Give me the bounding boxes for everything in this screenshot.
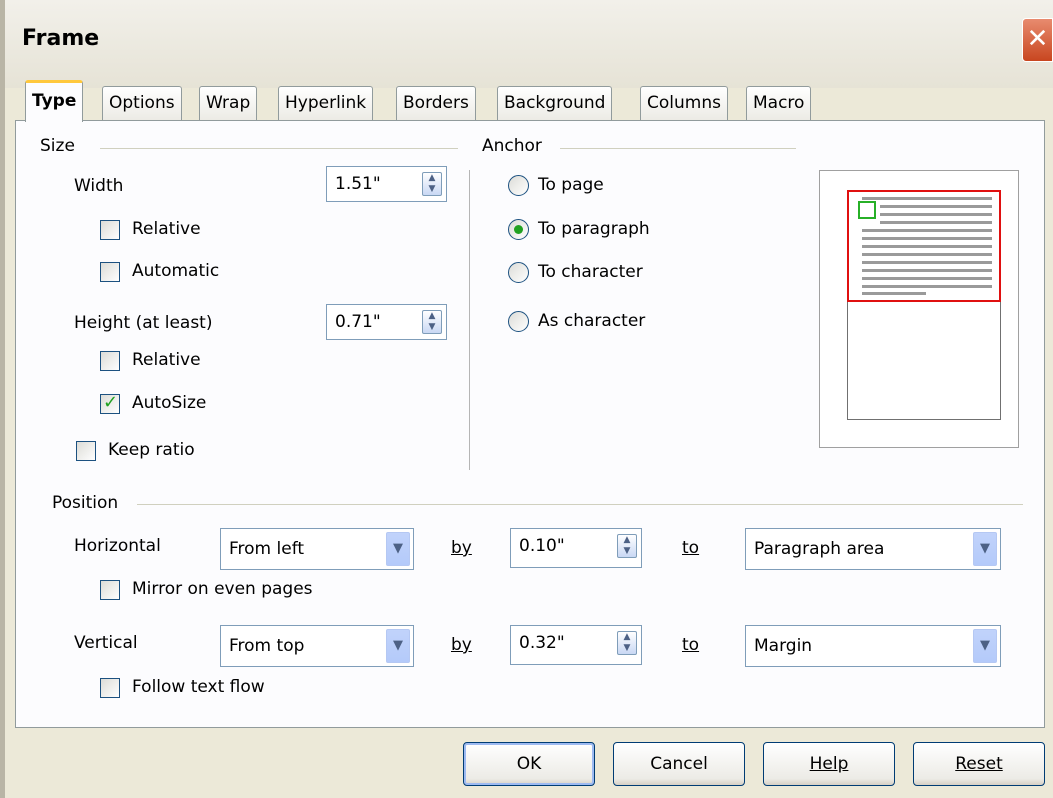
horizontal-to-select[interactable]: Paragraph area ▼ bbox=[745, 528, 1001, 570]
anchor-as-character-label: As character bbox=[538, 311, 646, 331]
width-relative-checkbox[interactable] bbox=[100, 220, 120, 240]
anchor-to-character-radio[interactable] bbox=[508, 262, 529, 283]
vertical-spin-arrows-icon[interactable]: ▲ ▼ bbox=[617, 631, 637, 655]
autosize-label: AutoSize bbox=[132, 393, 207, 413]
radio-selected-dot-icon bbox=[514, 225, 523, 234]
width-spin-arrows-icon[interactable]: ▲ ▼ bbox=[422, 172, 442, 196]
height-value: 0.71" bbox=[335, 312, 381, 332]
position-heading: Position bbox=[52, 493, 119, 513]
mirror-even-pages-checkbox[interactable] bbox=[100, 580, 120, 600]
height-relative-checkbox[interactable] bbox=[100, 351, 120, 371]
anchor-as-character-radio[interactable] bbox=[508, 311, 529, 332]
vertical-by-label: by bbox=[451, 635, 472, 655]
height-relative-label: Relative bbox=[132, 350, 201, 370]
horizontal-spin-arrows-icon[interactable]: ▲ ▼ bbox=[617, 534, 637, 558]
width-automatic-checkbox[interactable] bbox=[100, 262, 120, 282]
chevron-down-icon[interactable]: ▼ bbox=[973, 629, 997, 663]
anchor-heading: Anchor bbox=[482, 136, 542, 156]
horizontal-by-spinner[interactable]: 0.10" ▲ ▼ bbox=[510, 528, 642, 568]
horizontal-select-value: From left bbox=[229, 539, 305, 559]
type-page-content: Size Width 1.51" ▲ ▼ Relative Automatic H… bbox=[0, 0, 1053, 798]
width-relative-label: Relative bbox=[132, 219, 201, 239]
follow-text-flow-label: Follow text flow bbox=[132, 677, 265, 697]
anchor-to-paragraph-label: To paragraph bbox=[538, 219, 650, 239]
vertical-to-select[interactable]: Margin ▼ bbox=[745, 625, 1001, 667]
chevron-down-icon[interactable]: ▼ bbox=[386, 532, 410, 566]
horizontal-by-label: by bbox=[451, 538, 472, 558]
anchor-to-page-label: To page bbox=[538, 175, 604, 195]
vertical-select-value: From top bbox=[229, 636, 305, 656]
height-label: Height (at least) bbox=[74, 313, 213, 333]
height-spinner[interactable]: 0.71" ▲ ▼ bbox=[326, 304, 447, 340]
size-anchor-divider bbox=[469, 170, 470, 470]
chevron-down-icon[interactable]: ▼ bbox=[973, 532, 997, 566]
width-value: 1.51" bbox=[335, 174, 381, 194]
anchor-to-character-label: To character bbox=[538, 262, 643, 282]
width-label: Width bbox=[74, 176, 124, 196]
autosize-checkbox[interactable]: ✓ bbox=[100, 392, 120, 414]
vertical-by-value: 0.32" bbox=[519, 633, 565, 653]
horizontal-to-select-value: Paragraph area bbox=[754, 539, 885, 559]
anchor-to-page-radio[interactable] bbox=[508, 175, 529, 196]
vertical-to-select-value: Margin bbox=[754, 636, 813, 656]
vertical-by-spinner[interactable]: 0.32" ▲ ▼ bbox=[510, 625, 642, 665]
horizontal-select[interactable]: From left ▼ bbox=[220, 528, 414, 570]
size-heading: Size bbox=[40, 136, 75, 156]
size-divider bbox=[100, 148, 458, 149]
horizontal-to-label: to bbox=[682, 538, 700, 558]
anchor-marker-icon bbox=[858, 201, 876, 219]
mirror-even-pages-label: Mirror on even pages bbox=[132, 579, 313, 599]
horizontal-by-value: 0.10" bbox=[519, 536, 565, 556]
height-spin-arrows-icon[interactable]: ▲ ▼ bbox=[422, 310, 442, 334]
keep-ratio-checkbox[interactable] bbox=[76, 441, 96, 461]
anchor-divider bbox=[560, 148, 796, 149]
width-automatic-label: Automatic bbox=[132, 261, 220, 281]
vertical-select[interactable]: From top ▼ bbox=[220, 625, 414, 667]
position-divider bbox=[137, 504, 1023, 505]
chevron-down-icon[interactable]: ▼ bbox=[386, 629, 410, 663]
vertical-label: Vertical bbox=[74, 633, 138, 653]
checkmark-icon: ✓ bbox=[103, 392, 119, 413]
width-spinner[interactable]: 1.51" ▲ ▼ bbox=[326, 166, 447, 202]
horizontal-label: Horizontal bbox=[74, 536, 161, 556]
anchor-to-paragraph-radio[interactable] bbox=[508, 219, 529, 240]
keep-ratio-label: Keep ratio bbox=[108, 440, 195, 460]
follow-text-flow-checkbox[interactable] bbox=[100, 678, 120, 698]
vertical-to-label: to bbox=[682, 635, 700, 655]
